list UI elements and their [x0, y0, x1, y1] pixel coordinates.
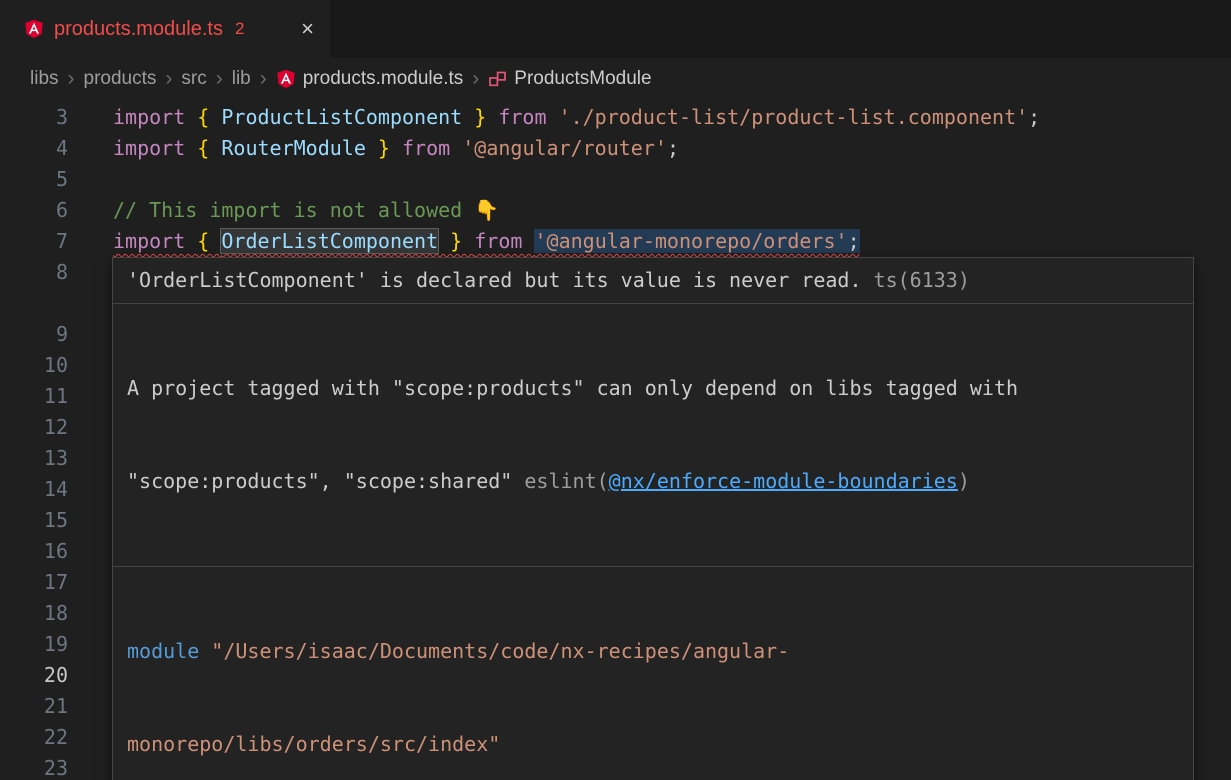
- line-number-20: 20: [0, 660, 68, 691]
- code-token: {: [197, 136, 221, 160]
- line-number-10: 10: [0, 350, 68, 381]
- code-token: }: [366, 136, 402, 160]
- breadcrumb-item-ProductsModule[interactable]: ProductsModule: [488, 68, 651, 90]
- module-path: "/Users/isaac/Documents/code/nx-recipes/…: [211, 639, 789, 663]
- code-token: '@angular/router': [462, 136, 667, 160]
- code-token: import: [113, 105, 197, 129]
- eslint-source: eslint(: [524, 469, 608, 493]
- eslint-message-line1: A project tagged with "scope:products" c…: [127, 373, 1179, 404]
- line-number-22: 22: [0, 722, 68, 753]
- line-number-8: 8: [0, 257, 68, 288]
- error-hover-widget: 'OrderListComponent' is declared but its…: [112, 257, 1194, 780]
- line-number-16: 16: [0, 536, 68, 567]
- code-token: RouterModule: [221, 136, 366, 160]
- eslint-rule-link[interactable]: @nx/enforce-module-boundaries: [609, 469, 958, 493]
- tab-bar: products.module.ts 2 ×: [0, 0, 1231, 58]
- code-token: }: [462, 105, 498, 129]
- line-number-19: 19: [0, 629, 68, 660]
- code-token: ;: [667, 136, 679, 160]
- hover-ts-diagnostic: 'OrderListComponent' is declared but its…: [113, 258, 1193, 303]
- code-token: from: [474, 229, 534, 253]
- eslint-message-line2: "scope:products", "scope:shared" eslint(…: [127, 466, 1179, 497]
- code-line-4[interactable]: import { RouterModule } from '@angular/r…: [113, 133, 1231, 164]
- line-number-14: 14: [0, 474, 68, 505]
- line-number-18: 18: [0, 598, 68, 629]
- code-line-6[interactable]: // This import is not allowed 👇: [113, 195, 1231, 226]
- line-number-3: 3: [0, 102, 68, 133]
- breadcrumb-separator: ›: [463, 67, 488, 91]
- breadcrumb-label: src: [181, 68, 206, 90]
- breadcrumb-label: products.module.ts: [303, 68, 464, 90]
- module-path-continued: monorepo/libs/orders/src/index": [127, 732, 500, 756]
- line-number-23: 23: [0, 753, 68, 780]
- code-token: import: [113, 136, 197, 160]
- breadcrumb-item-libs[interactable]: libs: [30, 68, 59, 90]
- breadcrumb-separator: ›: [156, 67, 181, 91]
- line-number-4: 4: [0, 133, 68, 164]
- breadcrumb-item-products[interactable]: products: [84, 68, 157, 90]
- breadcrumb-separator: ›: [59, 67, 84, 91]
- code-token: './product-list/product-list.component': [559, 105, 1029, 129]
- hover-eslint-diagnostic: A project tagged with "scope:products" c…: [113, 304, 1193, 566]
- module-keyword: module: [127, 639, 211, 663]
- line-number-6: 6: [0, 195, 68, 226]
- line-number-15: 15: [0, 505, 68, 536]
- line-number-17: 17: [0, 567, 68, 598]
- code-line-3[interactable]: import { ProductListComponent } from './…: [113, 102, 1231, 133]
- code-token: ProductListComponent: [221, 105, 462, 129]
- eslint-message-scopes: "scope:products", "scope:shared": [127, 469, 524, 493]
- code-token: OrderListComponent: [221, 229, 438, 253]
- code-token: }: [438, 229, 474, 253]
- line-number-5: 5: [0, 164, 68, 195]
- tab-problems-badge: 2: [235, 19, 244, 39]
- code-token: from: [498, 105, 558, 129]
- tab-filename: products.module.ts: [54, 18, 223, 41]
- module-path-line1: module "/Users/isaac/Documents/code/nx-r…: [127, 636, 1179, 667]
- code-line-7[interactable]: import { OrderListComponent } from '@ang…: [113, 226, 1231, 257]
- code-token: // This import is not allowed 👇: [113, 198, 499, 222]
- tab-products-module[interactable]: products.module.ts 2 ×: [0, 0, 330, 58]
- breadcrumb-label: ProductsModule: [514, 68, 651, 90]
- code-token: {: [197, 229, 221, 253]
- line-number-9: 9: [0, 319, 68, 350]
- code-token: from: [402, 136, 462, 160]
- breadcrumb-item-lib[interactable]: lib: [232, 68, 251, 90]
- breadcrumb-label: lib: [232, 68, 251, 90]
- breadcrumb-label: libs: [30, 68, 59, 90]
- eslint-source-close: ): [958, 469, 970, 493]
- code-token: ;: [848, 229, 860, 253]
- close-icon[interactable]: ×: [301, 18, 314, 40]
- code-token: {: [197, 105, 221, 129]
- code-token: import: [113, 229, 197, 253]
- line-number-12: 12: [0, 412, 68, 443]
- breadcrumb: libs›products›src›lib›products.module.ts…: [0, 58, 1231, 100]
- module-path-line2: monorepo/libs/orders/src/index": [127, 729, 1179, 760]
- hover-module-info: module "/Users/isaac/Documents/code/nx-r…: [113, 567, 1193, 780]
- angular-icon: [276, 69, 296, 89]
- breadcrumb-label: products: [84, 68, 157, 90]
- code-line-5[interactable]: [113, 164, 1231, 195]
- code-token: ;: [1028, 105, 1040, 129]
- code-token: '@angular-monorepo/orders': [534, 229, 847, 253]
- line-number-21: 21: [0, 691, 68, 722]
- class-icon: [488, 70, 507, 89]
- line-number-13: 13: [0, 443, 68, 474]
- breadcrumb-item-src[interactable]: src: [181, 68, 206, 90]
- breadcrumb-separator: ›: [251, 67, 276, 91]
- line-number-11: 11: [0, 381, 68, 412]
- breadcrumb-separator: ›: [207, 67, 232, 91]
- ts-error-message: 'OrderListComponent' is declared but its…: [127, 268, 862, 292]
- breadcrumb-item-products.module.ts[interactable]: products.module.ts: [276, 68, 464, 90]
- ts-error-code: ts(6133): [862, 268, 970, 292]
- line-number-7: 7: [0, 226, 68, 257]
- angular-icon: [24, 19, 44, 39]
